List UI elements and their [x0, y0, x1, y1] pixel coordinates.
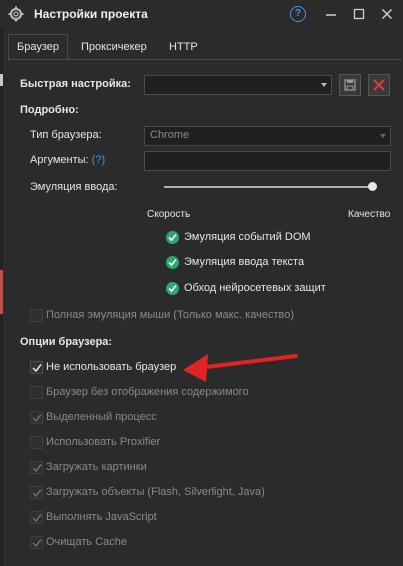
red-arrow-annotation — [183, 354, 298, 382]
